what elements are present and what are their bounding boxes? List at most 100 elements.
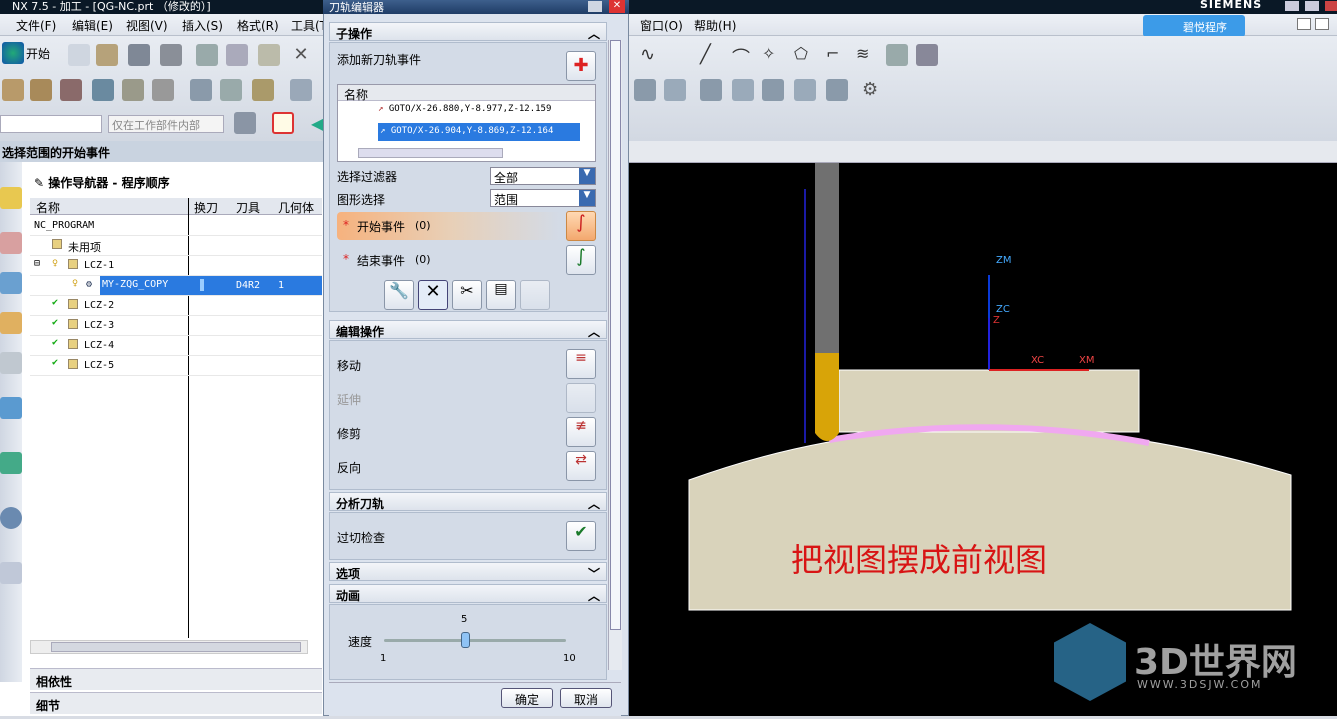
tree-row-selected[interactable]: ♀ ⚙ MY-ZQG_COPY D4R2 1: [30, 276, 322, 296]
extract-icon[interactable]: [886, 44, 908, 66]
graph-select[interactable]: 范围 ▼: [490, 189, 596, 207]
event-row-selected[interactable]: ↗ GOTO/X-26.904,Y-8.869,Z-12.164: [378, 123, 580, 141]
analyze-header[interactable]: 分析刀轨 ︿: [329, 492, 607, 511]
menu-view[interactable]: 视图(V): [126, 17, 168, 34]
solid-icon[interactable]: [916, 44, 938, 66]
dialog-scroll-thumb[interactable]: [610, 40, 621, 630]
operation-icon-1[interactable]: [2, 79, 24, 101]
copy-event-button[interactable]: ▤: [486, 280, 516, 310]
reverse-button[interactable]: ⇄: [566, 451, 596, 481]
end-event-curve-button[interactable]: ∫: [566, 245, 596, 275]
tree-row[interactable]: NC_PROGRAM: [30, 216, 322, 236]
operation-icon-2[interactable]: [30, 79, 52, 101]
start-event-curve-button[interactable]: ∫: [566, 211, 596, 241]
line-icon[interactable]: ╱: [700, 44, 722, 66]
speed-slider-thumb[interactable]: [461, 632, 470, 648]
graphics-viewport[interactable]: ZM ZC Z XC XM 把视图摆成前视图 3D世界网 WWW.3DSJW.C…: [629, 163, 1337, 716]
operation-icon-9[interactable]: [252, 79, 274, 101]
list-scroll-thumb[interactable]: [358, 148, 503, 158]
fillet-icon[interactable]: ⌐: [826, 44, 848, 66]
dialog-minimize-button[interactable]: [588, 1, 602, 12]
spline-icon[interactable]: ✧: [762, 44, 784, 66]
details-section[interactable]: 细节: [30, 692, 322, 714]
event-list[interactable]: 名称 ↗ GOTO/X-26.880,Y-8.977,Z-12.159 ↗ GO…: [337, 84, 596, 162]
view-icon-3[interactable]: [700, 79, 722, 101]
col-toolchange[interactable]: 换刀: [194, 199, 218, 216]
playback-controls[interactable]: [350, 670, 602, 678]
sketch-icon[interactable]: ⬠: [794, 44, 816, 66]
col-geometry[interactable]: 几何体: [278, 199, 314, 216]
cancel-button[interactable]: 取消: [560, 688, 612, 708]
copy-icon[interactable]: [226, 44, 248, 66]
trim-button[interactable]: ≢: [566, 417, 596, 447]
dialog-close-button[interactable]: ✕: [609, 0, 625, 13]
arrow-left-icon[interactable]: ◀: [311, 114, 323, 133]
add-event-button[interactable]: ✚: [566, 51, 596, 81]
collapse-icon[interactable]: ⊟: [34, 258, 40, 269]
view-icon-6[interactable]: [794, 79, 816, 101]
scope-dropdown[interactable]: 仅在工作部件内部: [108, 115, 224, 133]
tree-row[interactable]: ✔ LCZ-3: [30, 316, 322, 336]
view-icon-2[interactable]: [664, 79, 686, 101]
options-header[interactable]: 选项 ﹀: [329, 562, 607, 581]
close-button[interactable]: [1325, 1, 1337, 11]
view-icon-1[interactable]: [634, 79, 656, 101]
horizontal-scrollbar[interactable]: [30, 640, 308, 654]
cloud-button[interactable]: 碧悦程序: [1143, 15, 1245, 37]
curve-icon-1[interactable]: ∿: [640, 44, 662, 66]
speed-slider[interactable]: [384, 639, 566, 642]
machine-tool-icon[interactable]: [0, 312, 22, 334]
web-browser-icon[interactable]: [0, 452, 22, 474]
save-icon[interactable]: [128, 44, 150, 66]
event-row[interactable]: ↗ GOTO/X-26.880,Y-8.977,Z-12.159: [378, 104, 551, 114]
extend-button[interactable]: [566, 383, 596, 413]
ok-button[interactable]: 确定: [501, 688, 553, 708]
doc-restore-button[interactable]: [1297, 18, 1311, 30]
menu-window[interactable]: 窗口(O): [640, 17, 683, 34]
print-icon[interactable]: [160, 44, 182, 66]
menu-help[interactable]: 帮助(H): [694, 17, 736, 34]
type-filter-dropdown[interactable]: [0, 115, 102, 133]
operation-icon-5[interactable]: [122, 79, 144, 101]
view-icon-4[interactable]: [732, 79, 754, 101]
pin-icon[interactable]: ✎: [34, 176, 44, 190]
delete-event-button[interactable]: ✕: [418, 280, 448, 310]
view-icon-5[interactable]: [762, 79, 784, 101]
assembly-navigator-icon[interactable]: [0, 187, 22, 209]
offset-icon[interactable]: ≋: [856, 44, 878, 66]
operation-icon-7[interactable]: [190, 79, 212, 101]
sub-ops-header[interactable]: 子操作 ︿: [329, 22, 607, 41]
operation-icon-10[interactable]: [290, 79, 312, 101]
library-icon[interactable]: [0, 352, 22, 374]
col-tool[interactable]: 刀具: [236, 199, 260, 216]
edit-ops-header[interactable]: 编辑操作 ︿: [329, 320, 607, 339]
move-button[interactable]: ≡: [566, 349, 596, 379]
col-name[interactable]: 名称: [36, 199, 60, 216]
wrench-button[interactable]: 🔧: [384, 280, 414, 310]
cut-event-button[interactable]: ✂: [452, 280, 482, 310]
operation-icon-4[interactable]: [92, 79, 114, 101]
new-file-icon[interactable]: [68, 44, 90, 66]
filter-select[interactable]: 全部 ▼: [490, 167, 596, 185]
menu-edit[interactable]: 编辑(E): [72, 17, 113, 34]
operation-icon-8[interactable]: [220, 79, 242, 101]
select-tool-icon[interactable]: [234, 112, 256, 134]
view-icon-7[interactable]: [826, 79, 848, 101]
start-event-row[interactable]: * 开始事件 (0): [337, 212, 561, 240]
menu-insert[interactable]: 插入(S): [182, 17, 223, 34]
operation-icon-3[interactable]: [60, 79, 82, 101]
roles-icon[interactable]: [0, 397, 22, 419]
operation-icon-6[interactable]: [152, 79, 174, 101]
dialog-scrollbar[interactable]: [608, 40, 622, 670]
paste-event-button[interactable]: [520, 280, 550, 310]
history-clock-icon[interactable]: [0, 507, 22, 529]
gouge-check-button[interactable]: ✔: [566, 521, 596, 551]
tree-row[interactable]: ✔ LCZ-2: [30, 296, 322, 316]
tree-row[interactable]: ✔ LCZ-5: [30, 356, 322, 376]
paste-icon[interactable]: [258, 44, 280, 66]
settings-gear-icon[interactable]: ⚙: [862, 79, 884, 101]
doc-close-button[interactable]: [1315, 18, 1329, 30]
operation-navigator-icon[interactable]: [0, 272, 22, 294]
tree-row[interactable]: ✔ LCZ-4: [30, 336, 322, 356]
menu-format[interactable]: 格式(R): [237, 17, 279, 34]
